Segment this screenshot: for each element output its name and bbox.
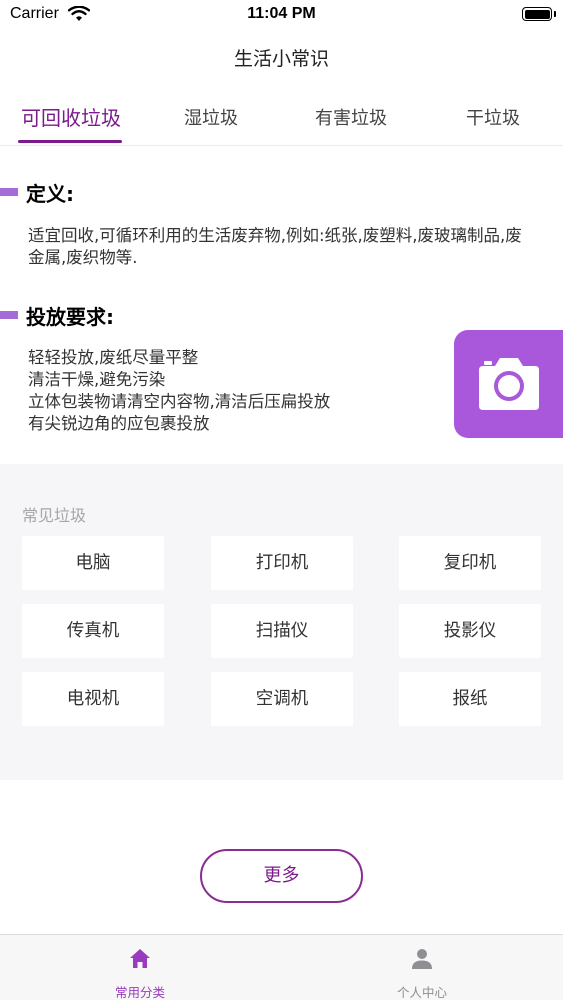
category-tabs: 可回收垃圾 湿垃圾 有害垃圾 干垃圾 xyxy=(0,100,563,146)
requirement-item: 立体包装物请清空内容物,清洁后压扁投放 xyxy=(28,392,331,411)
common-garbage-label: 常见垃圾 xyxy=(22,506,87,525)
tab-hazardous[interactable]: 有害垃圾 xyxy=(305,104,397,130)
tabbar-label: 个人中心 xyxy=(396,985,447,1000)
garbage-item[interactable]: 报纸 xyxy=(399,672,541,726)
garbage-item[interactable]: 空调机 xyxy=(211,672,353,726)
person-icon xyxy=(412,949,432,969)
garbage-item[interactable]: 电视机 xyxy=(22,672,164,726)
tabbar-label: 常用分类 xyxy=(114,985,165,1000)
requirement-item: 有尖锐边角的应包裹投放 xyxy=(28,414,210,433)
battery-icon xyxy=(522,7,552,21)
requirement-item: 轻轻投放,废纸尽量平整 xyxy=(28,348,199,367)
garbage-item[interactable]: 投影仪 xyxy=(399,604,541,658)
camera-icon xyxy=(479,358,539,410)
garbage-item[interactable]: 传真机 xyxy=(22,604,164,658)
page-title: 生活小常识 xyxy=(233,48,329,70)
definition-text: 适宜回收,可循环利用的生活废弃物,例如:纸张,废塑料,废玻璃制品,废金属,废织物… xyxy=(28,226,522,267)
requirement-item: 清洁干燥,避免污染 xyxy=(28,370,166,389)
tab-recyclable[interactable]: 可回收垃圾 xyxy=(14,102,128,131)
section-marker xyxy=(0,188,18,196)
tab-dry[interactable]: 干垃圾 xyxy=(452,104,534,130)
tabbar-item-common[interactable]: 常用分类 xyxy=(60,935,220,1000)
bottom-tab-bar: 常用分类 个人中心 xyxy=(0,934,563,1000)
section-marker xyxy=(0,311,18,319)
tab-wet[interactable]: 湿垃圾 xyxy=(170,104,252,130)
home-icon xyxy=(130,949,150,968)
more-button[interactable]: 更多 xyxy=(200,849,363,903)
common-garbage-panel: 常见垃圾 电脑 打印机 复印机 传真机 扫描仪 投影仪 电视机 空调机 报纸 xyxy=(0,464,563,780)
garbage-item[interactable]: 复印机 xyxy=(399,536,541,590)
garbage-item[interactable]: 打印机 xyxy=(211,536,353,590)
requirements-title: 投放要求: xyxy=(26,305,114,329)
clock: 11:04 PM xyxy=(247,5,316,22)
active-tab-indicator xyxy=(18,140,122,143)
status-bar: Carrier 11:04 PM xyxy=(0,0,563,30)
battery-tip xyxy=(554,11,556,17)
requirements-list: 轻轻投放,废纸尽量平整 清洁干燥,避免污染 立体包装物请清空内容物,清洁后压扁投… xyxy=(28,347,428,435)
definition-title: 定义: xyxy=(26,182,74,206)
garbage-item[interactable]: 扫描仪 xyxy=(211,604,353,658)
garbage-item[interactable]: 电脑 xyxy=(22,536,164,590)
camera-button[interactable] xyxy=(454,330,563,438)
tabbar-item-profile[interactable]: 个人中心 xyxy=(342,935,502,1000)
